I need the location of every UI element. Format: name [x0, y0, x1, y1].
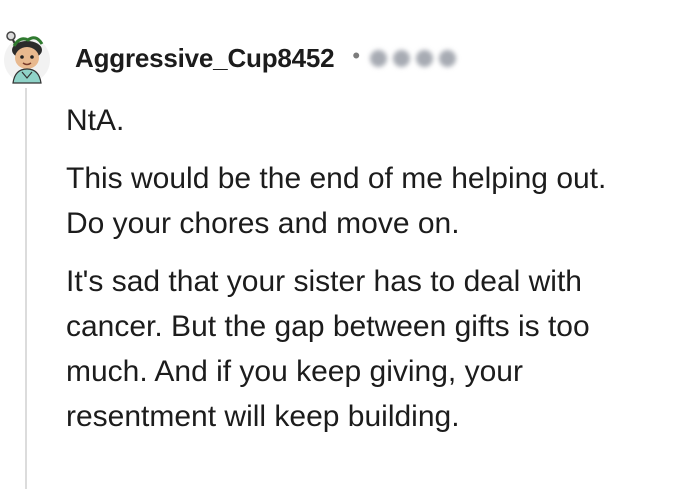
comment-line: NtA. [66, 104, 125, 137]
user-avatar-icon[interactable] [2, 28, 52, 86]
comment-paragraph: This would be the end of me helping out.… [66, 156, 698, 246]
comment-line: Do your chores and move on. [66, 207, 460, 240]
comment-line: cancer. But the gap between gifts is too [66, 310, 590, 343]
comment: Aggressive_Cup8452 • NtA. This would be … [0, 0, 700, 489]
blurred-flair-icon [370, 49, 457, 67]
thread-line[interactable] [25, 88, 27, 489]
comment-body: NtA. This would be the end of me helping… [66, 98, 698, 439]
comment-header: Aggressive_Cup8452 • [75, 40, 457, 76]
username-link[interactable]: Aggressive_Cup8452 [75, 43, 335, 74]
comment-line: much. And if you keep giving, your [66, 355, 523, 388]
meta-separator: • [352, 43, 361, 68]
comment-line: This would be the end of me helping out. [66, 162, 607, 195]
comment-line: resentment will keep building. [66, 400, 460, 433]
comment-paragraph: NtA. [66, 98, 698, 143]
comment-paragraph: It's sad that your sister has to deal wi… [66, 259, 698, 439]
comment-line: It's sad that your sister has to deal wi… [66, 265, 582, 298]
